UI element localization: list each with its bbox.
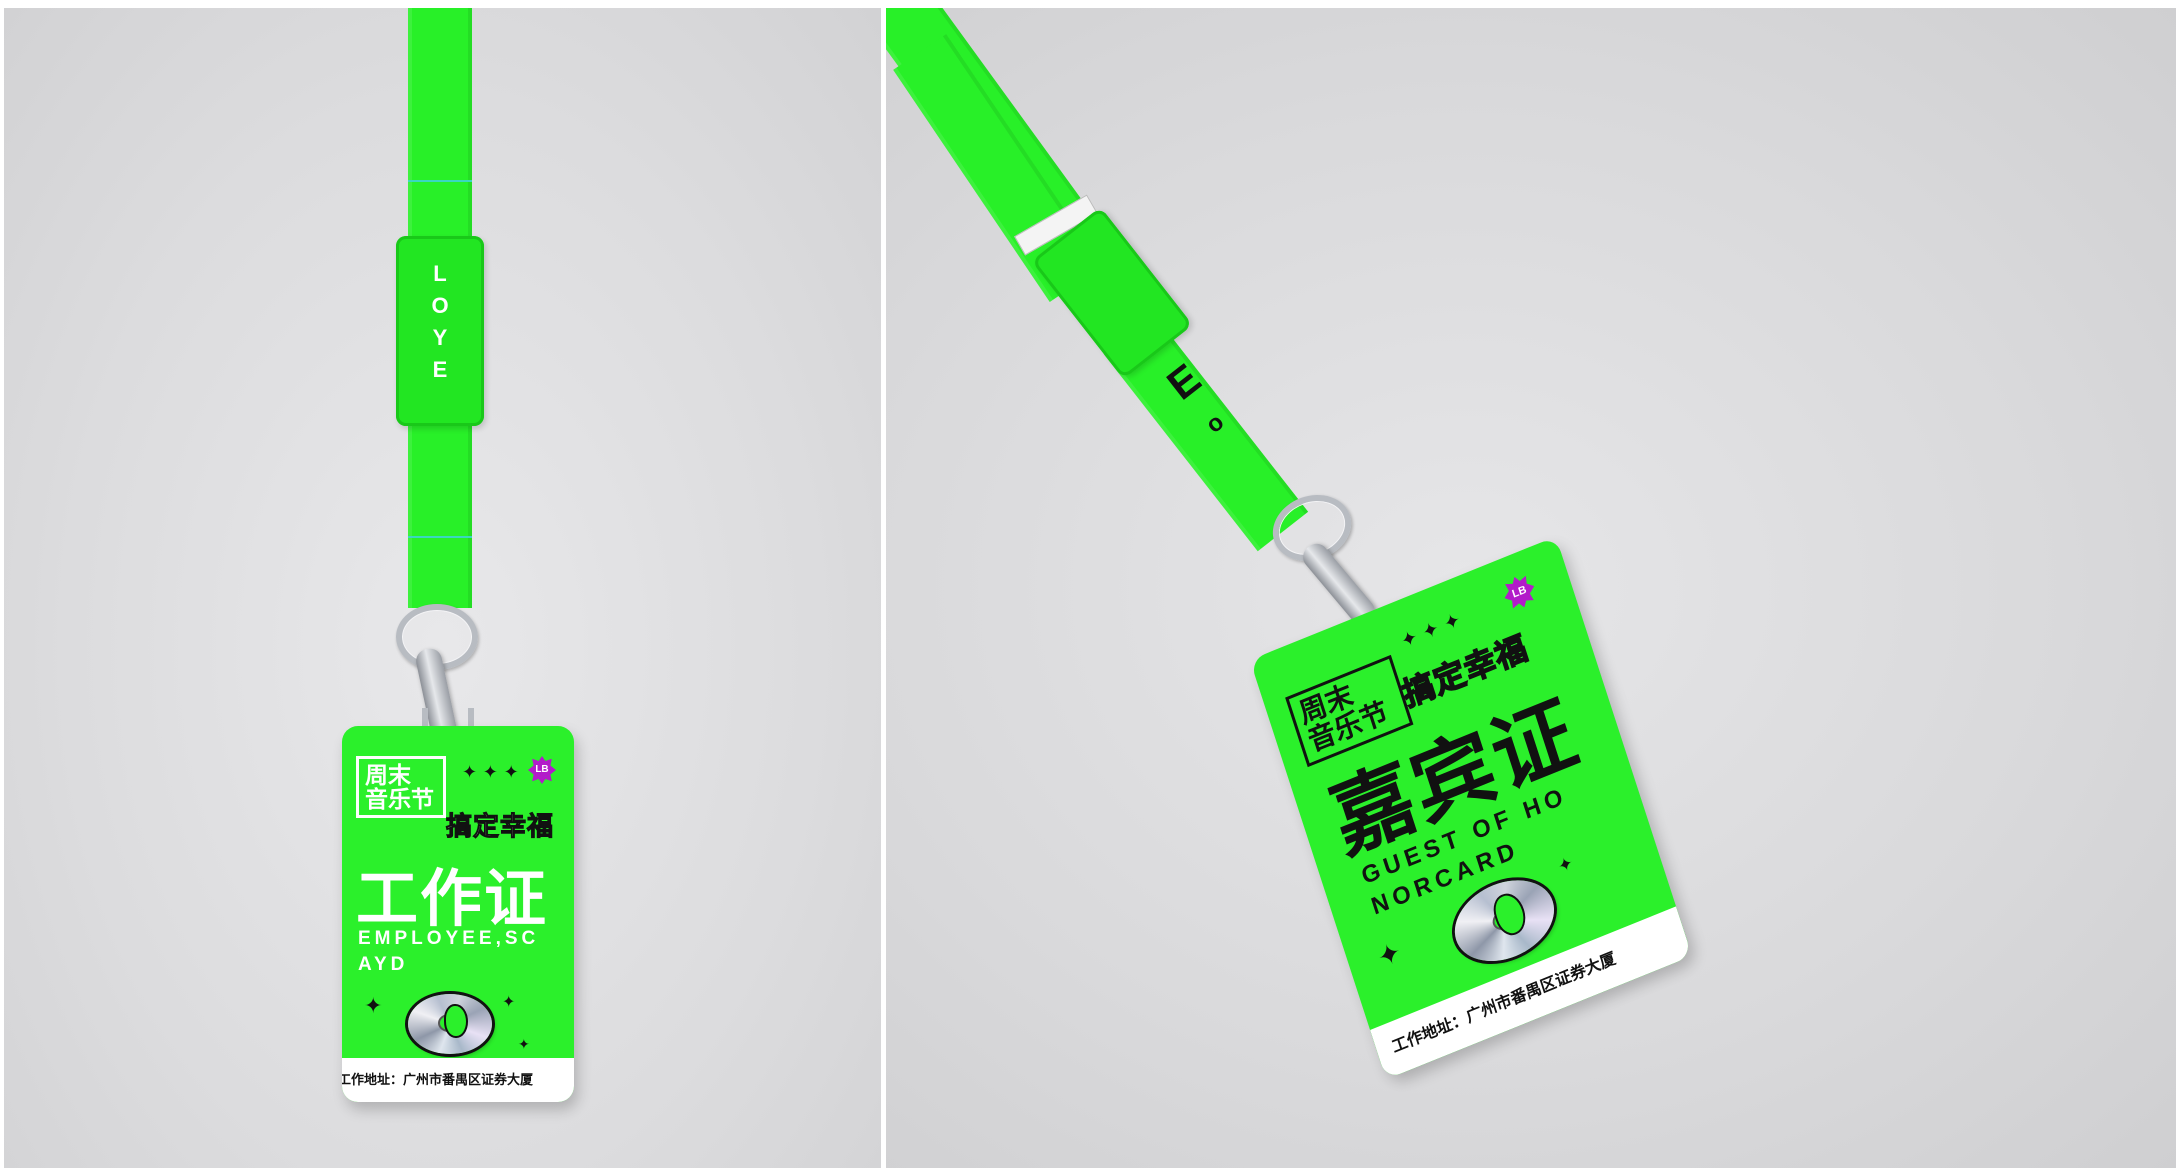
slogan: 搞定幸福 xyxy=(445,812,555,843)
strap-seam xyxy=(408,536,472,538)
badge-footer: 工作地址：广州市番禺区证券大厦 xyxy=(342,1058,574,1102)
cd-mascot xyxy=(446,1006,466,1036)
buckle-letter: L xyxy=(433,261,447,286)
sparkle-stars: ✦ ✦ ✦ xyxy=(1397,606,1464,654)
badge-title: 工作证 xyxy=(356,865,549,934)
sparkle-star: ✦ xyxy=(1555,852,1576,879)
employee-badge: 周末 音乐节 ✦ ✦ ✦ LB 搞定幸福 工作证 EMPLOYEE,SC AYD… xyxy=(342,726,574,1102)
subtitle-line: AYD xyxy=(358,954,409,975)
strap-seam xyxy=(408,180,472,182)
sparkle-star: ✦ xyxy=(502,992,516,1011)
sparkle-star: ✦ xyxy=(518,1037,530,1053)
subtitle-line: EMPLOYEE,SC xyxy=(358,928,540,949)
buckle-lettering: L O Y E xyxy=(424,258,456,386)
left-mockup-panel: L O Y E 周末 音乐节 ✦ ✦ ✦ LB 搞定幸福 工作证 EMPLOYE… xyxy=(4,8,881,1168)
corner-burst-tag: LB xyxy=(1500,571,1540,613)
buckle-letter: O xyxy=(431,293,449,318)
lanyard-strap-upper xyxy=(408,8,472,258)
guest-badge: 周末 音乐节 ✦ ✦ ✦ LB 搞定幸福 嘉宾证 GUEST OF HO NOR… xyxy=(1249,536,1693,1080)
lanyard-strap-lower xyxy=(408,408,472,608)
right-mockup-panel: E o 周末 音乐节 ✦ ✦ ✦ LB 搞定幸福 嘉宾证 GUEST OF HO… xyxy=(886,8,2176,1168)
event-name-box: 周末 音乐节 xyxy=(356,756,446,819)
corner-burst-tag: LB xyxy=(528,756,556,784)
buckle-letter: E xyxy=(432,357,448,382)
event-name-line: 音乐节 xyxy=(365,786,434,813)
sparkle-star: ✦ xyxy=(1373,934,1406,975)
buckle-letter: Y xyxy=(432,325,448,350)
lanyard-buckle: L O Y E xyxy=(396,236,484,426)
badge-subtitle: EMPLOYEE,SC AYD xyxy=(358,926,539,978)
sparkle-star: ✦ xyxy=(364,994,383,1019)
event-name-line: 周末 xyxy=(365,762,411,788)
sparkle-stars: ✦ ✦ ✦ xyxy=(462,762,519,783)
